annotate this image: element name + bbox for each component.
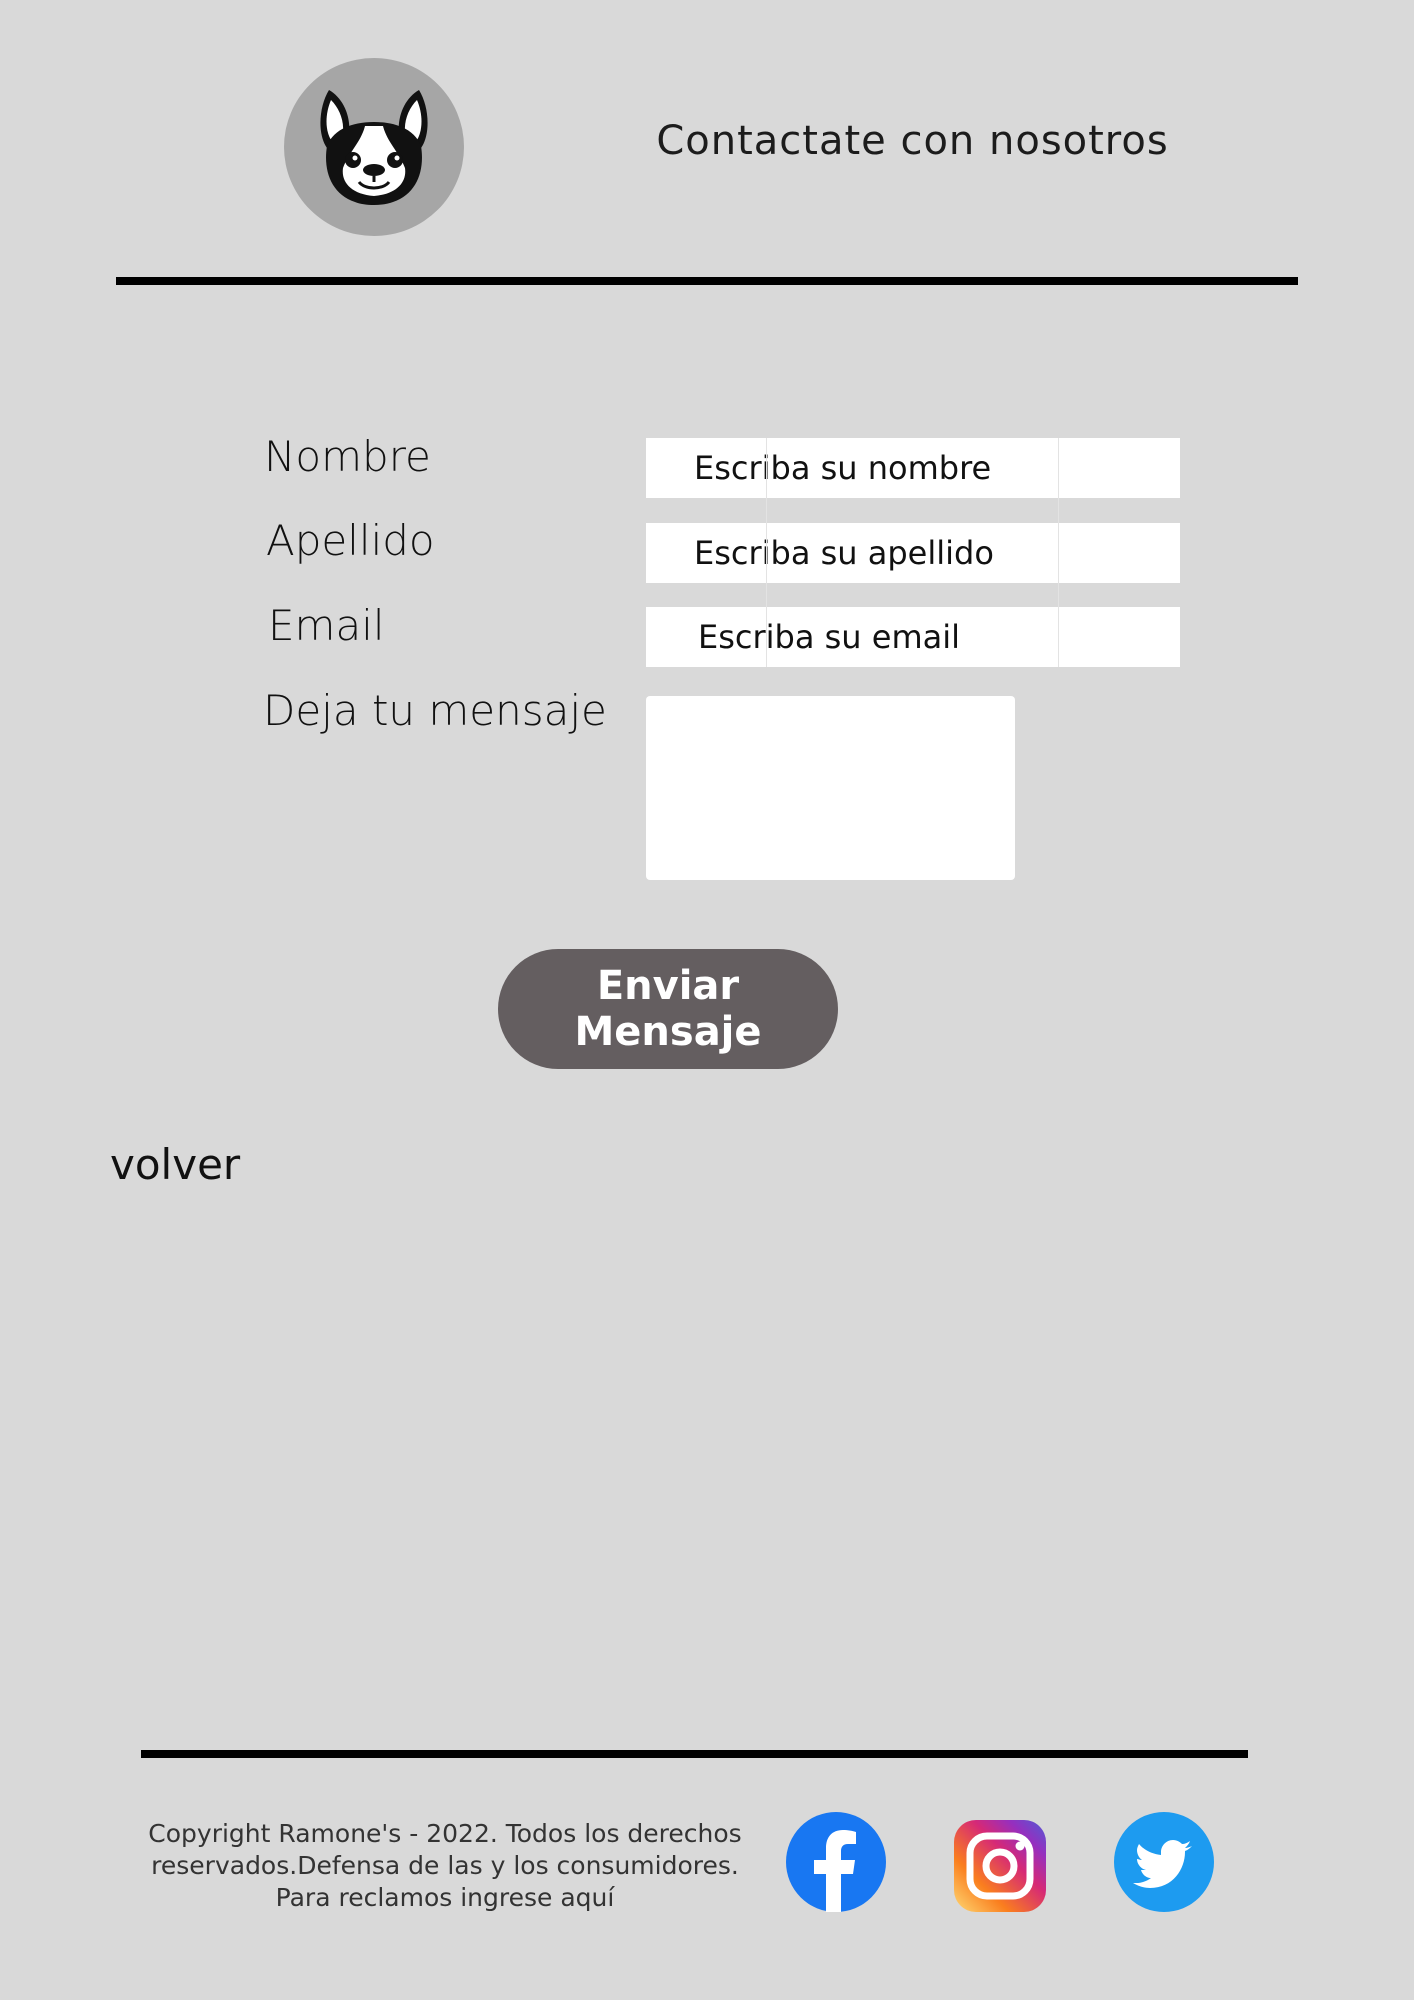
complaints-link[interactable]: Para reclamos ingrese aquí bbox=[130, 1882, 760, 1914]
mensaje-label: Deja tu mensaje bbox=[263, 686, 607, 735]
nombre-label: Nombre bbox=[264, 432, 431, 481]
copyright-line: Copyright Ramone's - 2022. Todos los der… bbox=[148, 1819, 742, 1848]
field-guide-line bbox=[1058, 438, 1059, 667]
apellido-label: Apellido bbox=[266, 516, 435, 565]
header-divider bbox=[116, 277, 1298, 285]
footer-divider bbox=[141, 1750, 1248, 1758]
copyright-line: reservados.Defensa de las y los consumid… bbox=[151, 1851, 739, 1880]
french-bulldog-icon bbox=[320, 90, 428, 205]
field-guide-line bbox=[766, 438, 767, 667]
message-textarea[interactable] bbox=[646, 696, 1015, 880]
email-label: Email bbox=[268, 601, 385, 650]
instagram-icon[interactable] bbox=[954, 1820, 1046, 1912]
page-title: Contactate con nosotros bbox=[656, 118, 1169, 164]
twitter-icon[interactable] bbox=[1114, 1812, 1214, 1912]
apellido-input[interactable] bbox=[646, 523, 1180, 583]
nombre-input[interactable] bbox=[646, 438, 1180, 498]
copyright-text: Copyright Ramone's - 2022. Todos los der… bbox=[130, 1818, 760, 1914]
email-input[interactable] bbox=[646, 607, 1180, 667]
logo bbox=[284, 58, 464, 236]
back-link[interactable]: volver bbox=[110, 1140, 240, 1189]
facebook-icon[interactable] bbox=[786, 1812, 886, 1912]
send-message-button[interactable]: Enviar Mensaje bbox=[498, 949, 838, 1069]
